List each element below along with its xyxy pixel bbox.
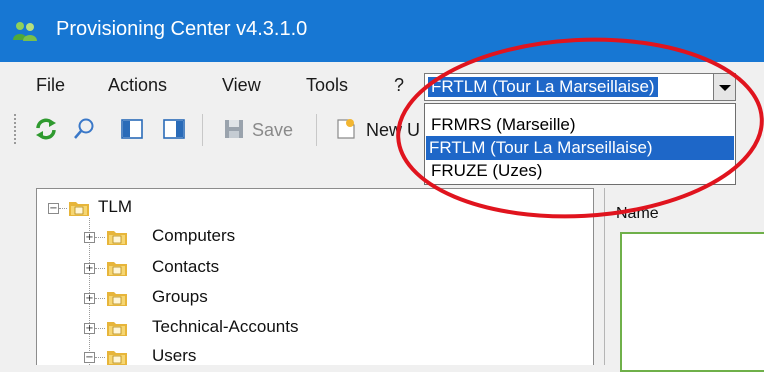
tree-connector — [59, 208, 67, 210]
people-icon — [13, 22, 37, 41]
folder-icon — [107, 322, 127, 336]
tree-connector — [95, 298, 105, 300]
folder-icon — [69, 202, 89, 216]
tree-node-label: Computers — [152, 226, 236, 245]
new-icon[interactable] — [334, 117, 358, 141]
tree-connector — [95, 328, 105, 330]
search-icon[interactable] — [72, 117, 96, 141]
site-dropdown-list: FRMRS (Marseille) FRTLM (Tour La Marseil… — [424, 103, 736, 185]
expand-icon[interactable]: + — [84, 293, 95, 304]
site-option[interactable]: FRMRS (Marseille) — [428, 113, 579, 137]
tree-node-label: Technical-Accounts — [152, 317, 299, 336]
tree-node-label: TLM — [98, 197, 132, 216]
expand-icon[interactable]: + — [84, 323, 95, 334]
new-user-button-label[interactable]: New U — [366, 120, 420, 141]
save-icon[interactable] — [222, 117, 246, 141]
details-list[interactable] — [620, 232, 764, 372]
menu-help[interactable]: ? — [394, 75, 404, 96]
window-title: Provisioning Center v4.3.1.0 — [56, 18, 308, 40]
menu-actions[interactable]: Actions — [108, 75, 167, 96]
toolbar-grip[interactable] — [14, 114, 16, 144]
folder-icon — [107, 292, 127, 306]
panel-left-icon[interactable] — [120, 117, 144, 141]
site-selector-value: FRTLM (Tour La Marseillaise) — [428, 77, 658, 97]
expand-icon[interactable]: + — [84, 263, 95, 274]
name-column-header[interactable]: Name — [616, 205, 659, 223]
site-selector[interactable]: FRTLM (Tour La Marseillaise) — [424, 73, 714, 101]
menu-tools[interactable]: Tools — [306, 75, 348, 96]
collapse-icon[interactable]: − — [84, 352, 95, 363]
panel-splitter[interactable] — [594, 188, 604, 365]
save-button-label[interactable]: Save — [252, 120, 293, 141]
tree-node-label: Users — [152, 346, 197, 365]
site-option-selected[interactable]: FRTLM (Tour La Marseillaise) — [426, 136, 734, 160]
menu-file[interactable]: File — [36, 75, 65, 96]
panel-right-icon[interactable] — [162, 117, 186, 141]
expand-icon[interactable]: + — [84, 232, 95, 243]
tree-connector — [95, 268, 105, 270]
toolbar-separator — [316, 114, 317, 146]
tree-connector — [95, 237, 105, 239]
refresh-icon[interactable] — [34, 117, 58, 141]
chevron-down-icon[interactable] — [714, 73, 736, 101]
toolbar-separator — [202, 114, 203, 146]
folder-icon — [107, 231, 127, 245]
tree-node-label: Contacts — [152, 257, 220, 276]
tree-node-label: Groups — [152, 287, 208, 306]
tree-connector — [95, 357, 105, 359]
collapse-icon[interactable]: − — [48, 203, 59, 214]
menu-view[interactable]: View — [222, 75, 261, 96]
folder-icon — [107, 262, 127, 276]
folder-icon — [107, 351, 127, 365]
site-option[interactable]: FRUZE (Uzes) — [428, 159, 545, 183]
